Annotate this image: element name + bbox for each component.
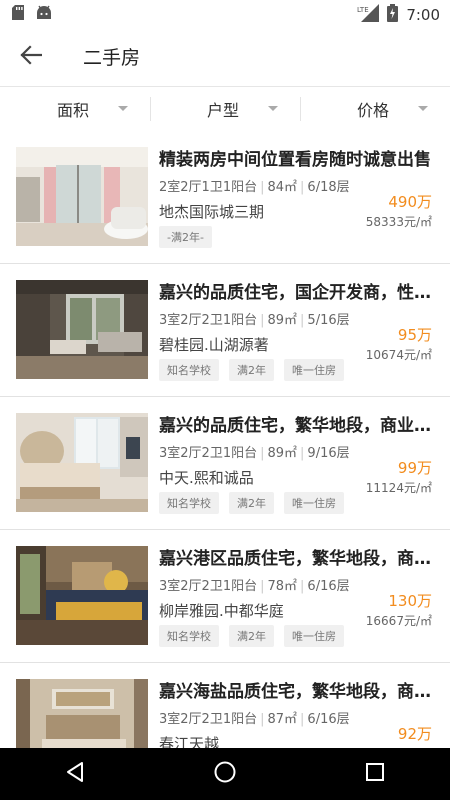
listing-floor: 5/16层 <box>307 313 350 328</box>
divider: | <box>260 579 265 594</box>
listing-tag: 满2年 <box>229 359 274 381</box>
divider: | <box>260 446 265 461</box>
listing-title: 精装两房中间位置看房随时诚意出售 <box>159 150 431 170</box>
listing-unit-price: 58333元/㎡ <box>365 215 432 229</box>
listing-community: 柳岸雅园.中都华庭 <box>159 602 284 620</box>
back-triangle-icon <box>65 761 85 787</box>
listing-specs: 3室2厅2卫1阳台 | 87㎡ | 6/16层 <box>159 708 350 727</box>
home-circle-icon <box>213 760 237 788</box>
nav-recents-button[interactable] <box>345 748 405 800</box>
caret-down-icon <box>418 106 428 111</box>
listing-tag: 唯一住房 <box>284 492 344 514</box>
back-button[interactable] <box>14 40 48 74</box>
listing-floor: 6/18层 <box>307 180 350 195</box>
divider: | <box>300 180 305 195</box>
listing-price: 490万 <box>388 193 432 211</box>
listing-tag: 知名学校 <box>159 359 219 381</box>
nav-back-button[interactable] <box>45 748 105 800</box>
listing-specs: 3室2厅2卫1阳台 | 89㎡ | 5/16层 <box>159 309 350 328</box>
listing-layout: 3室2厅2卫1阳台 <box>159 579 258 594</box>
listing-specs: 3室2厅2卫1阳台 | 78㎡ | 6/16层 <box>159 575 350 594</box>
sd-card-icon <box>12 5 24 24</box>
listing-layout: 3室2厅2卫1阳台 <box>159 313 258 328</box>
listing-layout: 3室2厅2卫1阳台 <box>159 446 258 461</box>
listing-price: 130万 <box>388 592 432 610</box>
listing-area: 78㎡ <box>267 579 298 594</box>
svg-text:LTE: LTE <box>357 6 369 14</box>
listing-specs: 3室2厅2卫1阳台 | 89㎡ | 9/16层 <box>159 442 350 461</box>
lte-signal-icon: LTE <box>357 4 380 26</box>
listing-photo <box>16 147 148 246</box>
listing-photo <box>16 280 148 379</box>
filter-label: 面积 <box>56 101 89 120</box>
filter-price[interactable]: 价格 <box>300 87 450 131</box>
listing-tag: 满2年 <box>229 492 274 514</box>
listing-price: 99万 <box>397 459 432 477</box>
filter-bar: 面积 户型 价格 <box>0 86 450 132</box>
listing-price: 95万 <box>397 326 432 344</box>
listing-item[interactable]: 嘉兴的品质住宅，繁华地段，商业配套 3室2厅2卫1阳台 | 89㎡ | 9/16层 中天… <box>0 397 450 530</box>
divider: | <box>300 446 305 461</box>
listing-area: 84㎡ <box>267 180 298 195</box>
listing-tag: 唯一住房 <box>284 625 344 647</box>
listing-item[interactable]: 精装两房中间位置看房随时诚意出售 2室2厅1卫1阳台 | 84㎡ | 6/18层 地杰国… <box>0 131 450 264</box>
listing-price: 92万 <box>397 725 432 743</box>
listing-specs: 2室2厅1卫1阳台 | 84㎡ | 6/18层 <box>159 176 350 195</box>
listing-tag: 唯一住房 <box>284 359 344 381</box>
listing-tags: 知名学校 满2年 唯一住房 <box>159 625 344 647</box>
filter-label: 价格 <box>356 101 389 120</box>
divider: | <box>300 579 305 594</box>
divider: | <box>260 712 265 727</box>
listing-community: 中天.熙和诚品 <box>159 469 254 487</box>
listing-title: 嘉兴的品质住宅，国企开发商，性价比高 <box>159 283 435 303</box>
filter-label: 户型 <box>206 101 239 120</box>
divider: | <box>260 180 265 195</box>
listing-unit-price: 16667元/㎡ <box>365 614 432 628</box>
nav-home-button[interactable] <box>195 748 255 800</box>
divider: | <box>300 712 305 727</box>
listing-photo <box>16 546 148 645</box>
listing-unit-price: 10674元/㎡ <box>365 348 432 362</box>
divider: | <box>260 313 265 328</box>
arrow-left-icon <box>20 45 43 69</box>
app-bar: 二手房 <box>0 28 450 86</box>
listing-area: 89㎡ <box>267 446 298 461</box>
divider: | <box>300 313 305 328</box>
filter-layout[interactable]: 户型 <box>150 87 300 131</box>
listing-layout: 2室2厅1卫1阳台 <box>159 180 258 195</box>
page-title: 二手房 <box>83 47 141 69</box>
listing-tags: 知名学校 满2年 唯一住房 <box>159 492 344 514</box>
listing-item[interactable]: 嘉兴港区品质住宅，繁华地段，商业配套 3室2厅2卫1阳台 | 78㎡ | 6/16层 柳… <box>0 530 450 663</box>
listing-community: 碧桂园.山湖源著 <box>159 336 269 354</box>
listing-tag: -满2年- <box>159 226 212 248</box>
listing-list: 精装两房中间位置看房随时诚意出售 2室2厅1卫1阳台 | 84㎡ | 6/18层 地杰国… <box>0 131 450 796</box>
caret-down-icon <box>118 106 128 111</box>
listing-title: 嘉兴海盐品质住宅，繁华地段，商业配套 <box>159 682 435 702</box>
system-nav-bar <box>0 748 450 800</box>
listing-photo <box>16 413 148 512</box>
status-time: 7:00 <box>406 6 440 24</box>
listing-community: 地杰国际城三期 <box>159 203 265 221</box>
listing-title: 嘉兴的品质住宅，繁华地段，商业配套 <box>159 416 435 436</box>
listing-title: 嘉兴港区品质住宅，繁华地段，商业配套 <box>159 549 435 569</box>
listing-unit-price: 11124元/㎡ <box>365 481 432 495</box>
listing-tags: 知名学校 满2年 唯一住房 <box>159 359 344 381</box>
listing-layout: 3室2厅2卫1阳台 <box>159 712 258 727</box>
listing-tag: 满2年 <box>229 625 274 647</box>
listing-tag: 知名学校 <box>159 492 219 514</box>
recents-square-icon <box>365 762 385 786</box>
listing-area: 89㎡ <box>267 313 298 328</box>
listing-floor: 6/16层 <box>307 712 350 727</box>
caret-down-icon <box>268 106 278 111</box>
listing-floor: 9/16层 <box>307 446 350 461</box>
listing-floor: 6/16层 <box>307 579 350 594</box>
filter-area[interactable]: 面积 <box>0 87 150 131</box>
battery-charging-icon <box>387 4 399 26</box>
listing-tags: -满2年- <box>159 226 212 248</box>
listing-area: 87㎡ <box>267 712 298 727</box>
listing-item[interactable]: 嘉兴的品质住宅，国企开发商，性价比高 3室2厅2卫1阳台 | 89㎡ | 5/16层 碧… <box>0 264 450 397</box>
android-icon <box>36 5 52 24</box>
status-bar: LTE 7:00 <box>0 0 450 28</box>
listing-tag: 知名学校 <box>159 625 219 647</box>
